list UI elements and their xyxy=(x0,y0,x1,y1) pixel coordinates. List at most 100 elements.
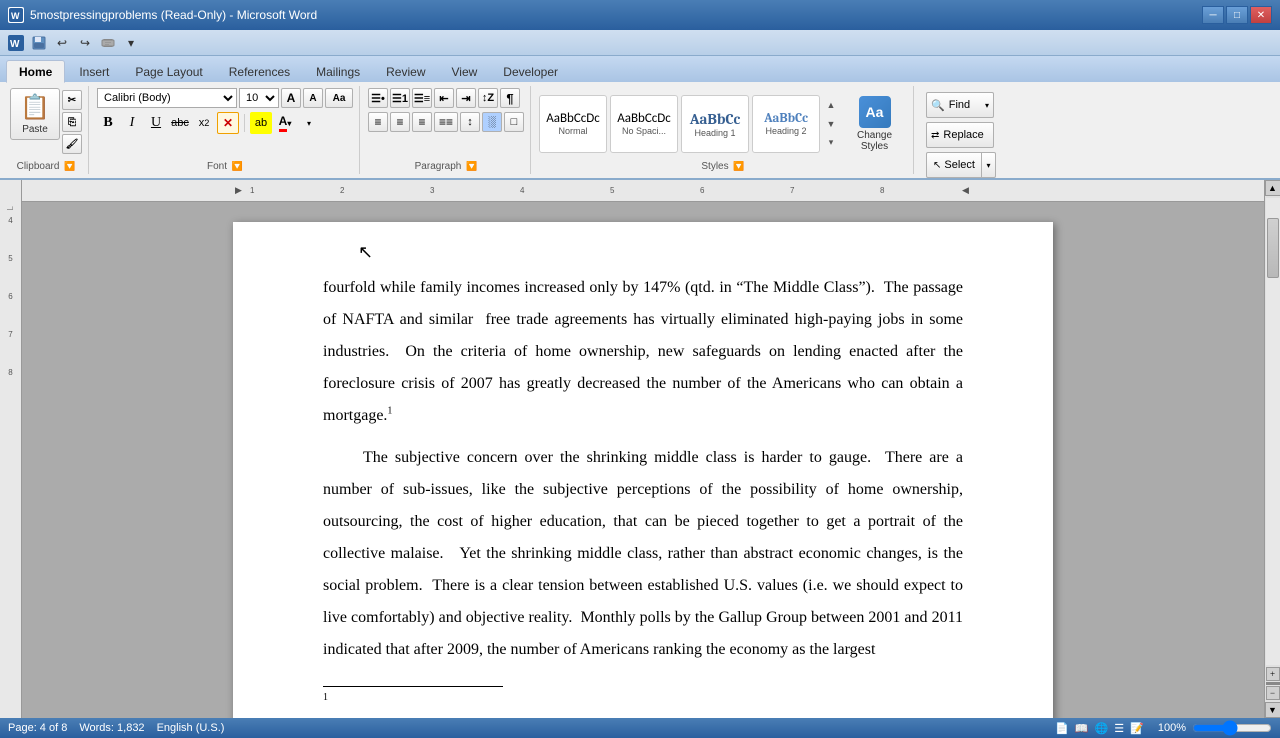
quick-access-toolbar: W ↩ ↪ ▾ xyxy=(0,30,1280,56)
scroll-up-button[interactable]: ▲ xyxy=(1265,180,1280,196)
scroll-divider xyxy=(1266,682,1280,685)
shading-button[interactable]: ░ xyxy=(482,112,502,132)
style-normal-button[interactable]: AaBbCcDc Normal xyxy=(539,95,607,153)
styles-scroll-down[interactable]: ▼ xyxy=(823,115,839,133)
tab-references[interactable]: References xyxy=(217,61,302,82)
scroll-down-button[interactable]: ▼ xyxy=(1265,702,1280,718)
close-button[interactable]: ✕ xyxy=(1250,6,1272,24)
styles-group-label: Styles 🔽 xyxy=(701,161,744,172)
sort-button[interactable]: ↕Z xyxy=(478,88,498,108)
zoom-level: 100% xyxy=(1158,722,1186,734)
cut-button[interactable]: ✂ xyxy=(62,90,82,110)
no-spaci-style-label: No Spaci... xyxy=(622,126,666,136)
border-button[interactable]: □ xyxy=(504,112,524,132)
footnote-1: 1 xyxy=(323,691,503,710)
line-spacing-button[interactable]: ↕ xyxy=(460,112,480,132)
font-color-button[interactable]: A ▾ xyxy=(274,112,296,134)
format-painter-button[interactable]: 🖌 xyxy=(62,134,82,154)
vertical-scrollbar: ▲ + − ▼ xyxy=(1264,180,1280,718)
normal-preview: AaBbCcDc xyxy=(546,111,600,126)
copy-button[interactable]: ⎘ xyxy=(62,112,82,132)
find-button[interactable]: 🔍 Find ▾ xyxy=(926,92,994,118)
save-button[interactable] xyxy=(29,33,49,53)
document-container: L 4 5 6 7 8 1 2 3 4 5 6 7 8 ▶ ◀ xyxy=(0,180,1280,718)
font-grow-button[interactable]: A xyxy=(281,88,301,108)
font-shrink-button[interactable]: A xyxy=(303,88,323,108)
window-title: 5mostpressingproblems (Read-Only) - Micr… xyxy=(30,8,317,22)
replace-button[interactable]: ⇄ Replace xyxy=(926,122,994,148)
style-heading2-button[interactable]: AaBbCc Heading 2 xyxy=(752,95,820,153)
styles-group: AaBbCcDc Normal AaBbCcDc No Spaci... AaB… xyxy=(533,86,914,174)
italic-button[interactable]: I xyxy=(121,112,143,134)
font-size-select[interactable]: 10 xyxy=(239,88,279,108)
tab-home[interactable]: Home xyxy=(6,60,65,83)
bullets-button[interactable]: ☰• xyxy=(368,88,388,108)
select-dropdown[interactable]: ▾ xyxy=(982,152,996,178)
decrease-indent-button[interactable]: ⇤ xyxy=(434,88,454,108)
align-center-button[interactable]: ≡ xyxy=(390,112,410,132)
change-styles-button[interactable]: Aa Change Styles xyxy=(842,95,907,153)
redo-button[interactable]: ↪ xyxy=(75,33,95,53)
scroll-track[interactable] xyxy=(1266,198,1280,665)
view-print-layout[interactable]: 📄 xyxy=(1055,722,1069,735)
view-draft[interactable]: 📝 xyxy=(1130,722,1144,735)
font-family-select[interactable]: Calibri (Body) xyxy=(97,88,237,108)
font-group: Calibri (Body) 10 A A Aa B I U abc x2 ✕ … xyxy=(91,86,360,174)
increase-indent-button[interactable]: ⇥ xyxy=(456,88,476,108)
strikethrough-button[interactable]: abc xyxy=(169,112,191,134)
paragraph-2: The subjective concern over the shrinkin… xyxy=(323,442,963,666)
paste-button[interactable]: 📋 Paste xyxy=(10,88,60,140)
tab-developer[interactable]: Developer xyxy=(491,61,570,82)
scroll-zoom-in[interactable]: + xyxy=(1266,667,1280,681)
multilevel-list-button[interactable]: ☰≡ xyxy=(412,88,432,108)
bold-button[interactable]: B xyxy=(97,112,119,134)
styles-gallery: AaBbCcDc Normal AaBbCcDc No Spaci... AaB… xyxy=(539,95,820,153)
underline-button[interactable]: U xyxy=(145,112,167,134)
style-heading1-button[interactable]: AaBbCc Heading 1 xyxy=(681,95,749,153)
styles-show-all[interactable]: ▾ xyxy=(823,134,839,152)
heading2-style-label: Heading 2 xyxy=(765,126,806,136)
svg-text:W: W xyxy=(11,11,20,21)
h2-preview: AaBbCc xyxy=(764,111,808,126)
normal-style-label: Normal xyxy=(558,126,587,136)
tab-page-layout[interactable]: Page Layout xyxy=(123,61,214,82)
style-no-spacing-button[interactable]: AaBbCcDc No Spaci... xyxy=(610,95,678,153)
show-hide-button[interactable]: ¶ xyxy=(500,88,520,108)
title-controls: ─ □ ✕ xyxy=(1202,6,1272,24)
align-right-button[interactable]: ≡ xyxy=(412,112,432,132)
styles-scroll-up[interactable]: ▲ xyxy=(823,96,839,114)
paragraph-1: fourfold while family incomes increased … xyxy=(323,272,963,432)
numbering-button[interactable]: ☰1 xyxy=(390,88,410,108)
tab-mailings[interactable]: Mailings xyxy=(304,61,372,82)
h1-preview: AaBbCc xyxy=(690,110,741,128)
tab-insert[interactable]: Insert xyxy=(67,61,121,82)
view-outline[interactable]: ☰ xyxy=(1114,722,1124,735)
maximize-button[interactable]: □ xyxy=(1226,6,1248,24)
text-highlight-button[interactable]: ab xyxy=(250,112,272,134)
subscript-button[interactable]: x2 xyxy=(193,112,215,134)
justify-button[interactable]: ≡≡ xyxy=(434,112,458,132)
select-button[interactable]: ↖ Select xyxy=(926,152,982,178)
font-color-dropdown[interactable]: ▾ xyxy=(298,112,320,134)
editing-group: 🔍 Find ▾ ⇄ Replace ↖ Select ▾ Editing xyxy=(916,86,1006,174)
tab-view[interactable]: View xyxy=(440,61,490,82)
print-preview-button[interactable] xyxy=(98,33,118,53)
customize-qat-button[interactable]: ▾ xyxy=(121,33,141,53)
paste-label: Paste xyxy=(22,124,48,135)
scroll-thumb[interactable] xyxy=(1267,218,1279,278)
clear-formatting-button[interactable]: ✕ xyxy=(217,112,239,134)
change-styles-label: Change Styles xyxy=(842,130,907,152)
document-scroll[interactable]: fourfold while family incomes increased … xyxy=(22,202,1264,718)
view-full-screen[interactable]: 📖 xyxy=(1075,722,1089,735)
change-case-button[interactable]: Aa xyxy=(325,88,353,108)
tab-review[interactable]: Review xyxy=(374,61,437,82)
minimize-button[interactable]: ─ xyxy=(1202,6,1224,24)
zoom-slider[interactable] xyxy=(1192,722,1272,734)
scroll-zoom-out[interactable]: − xyxy=(1266,686,1280,700)
top-ruler: 1 2 3 4 5 6 7 8 ▶ ◀ xyxy=(22,180,1264,202)
view-web[interactable]: 🌐 xyxy=(1095,722,1109,735)
footnote-ref-1: 1 xyxy=(387,406,392,417)
align-left-button[interactable]: ≡ xyxy=(368,112,388,132)
change-styles-icon: Aa xyxy=(859,96,891,128)
undo-button[interactable]: ↩ xyxy=(52,33,72,53)
